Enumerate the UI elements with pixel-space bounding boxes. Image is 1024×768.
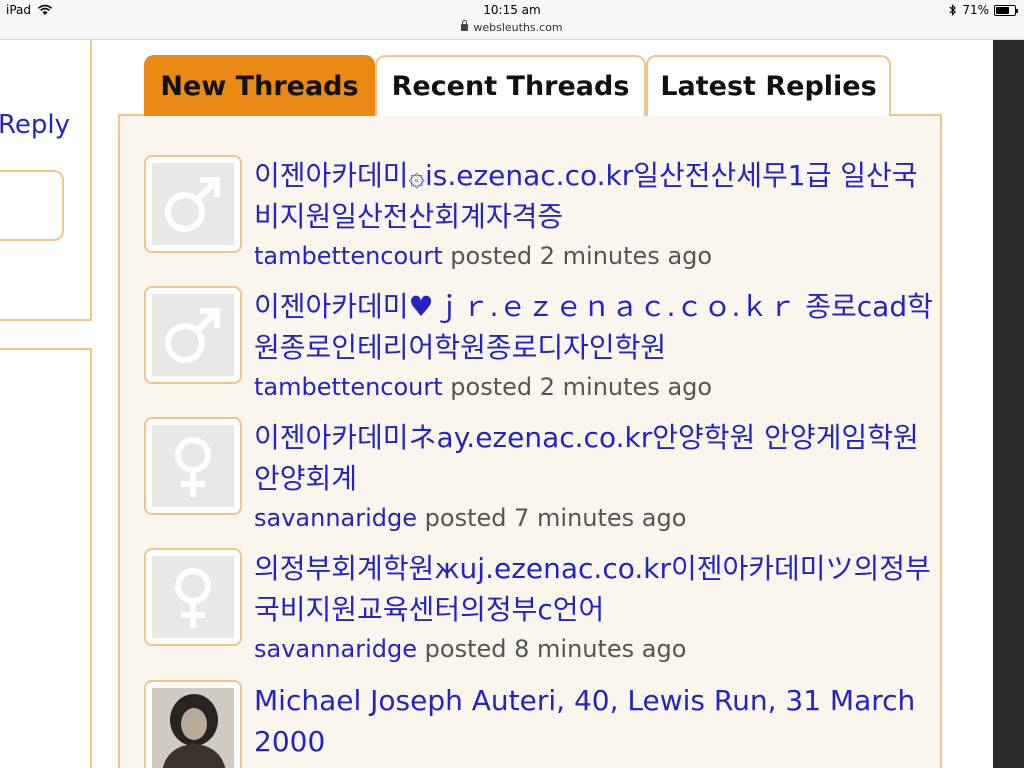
sidebar-button[interactable] (0, 170, 64, 241)
tab-new-threads[interactable]: New Threads (144, 55, 375, 116)
thread-title[interactable]: 이젠아카데미۞is.ezenac.co.kr일산전산세무1급 일산국비지원일산전… (254, 155, 934, 237)
male-icon (165, 308, 220, 363)
url-text: websleuths.com (473, 21, 563, 34)
avatar[interactable] (144, 548, 242, 646)
thread-meta: savannaridge posted 7 minutes ago (254, 503, 686, 533)
thread-time: posted 8 minutes ago (417, 635, 687, 663)
status-time: 10:15 am (483, 3, 541, 17)
avatar[interactable] (144, 155, 242, 253)
status-bar: iPad 10:15 am websleuths.com 71% (0, 0, 1024, 40)
thread-title[interactable]: 의정부회계학원жuj.ezenac.co.kr이젠아카데미ツ의정부국비지원교육센… (254, 548, 934, 630)
thread-author[interactable]: tambettencourt (254, 373, 443, 401)
thread-author[interactable]: savannaridge (254, 504, 417, 532)
battery-percent: 71% (962, 3, 989, 17)
address-bar[interactable]: websleuths.com (0, 20, 1024, 34)
sidebar-panel-lower (0, 348, 92, 768)
thread-title[interactable]: Michael Joseph Auteri, 40, Lewis Run, 31… (254, 680, 934, 762)
thread-meta: tambettencourt posted 2 minutes ago (254, 372, 712, 402)
battery-icon (994, 4, 1018, 16)
thread-title[interactable]: 이젠아카데미ネay.ezenac.co.kr안양학원 안양게임학원안양회계 (254, 417, 934, 499)
bluetooth-icon (949, 4, 957, 16)
thread-tabs: New Threads Recent Threads Latest Replie… (144, 55, 891, 116)
avatar[interactable] (144, 417, 242, 515)
thread-meta: tambettencourt posted 2 minutes ago (254, 241, 712, 271)
female-icon (175, 568, 211, 628)
portrait-image (152, 688, 234, 768)
thread-author[interactable]: savannaridge (254, 635, 417, 663)
reply-link[interactable]: Reply (0, 110, 70, 140)
user-photo (152, 688, 234, 768)
avatar[interactable] (144, 680, 242, 768)
tab-latest-replies[interactable]: Latest Replies (646, 55, 891, 116)
male-icon (165, 177, 220, 232)
tab-recent-threads[interactable]: Recent Threads (375, 55, 646, 116)
page-edge (993, 40, 1024, 768)
status-right: 71% (949, 3, 1018, 17)
thread-meta: savannaridge posted 8 minutes ago (254, 634, 686, 664)
thread-author[interactable]: tambettencourt (254, 242, 443, 270)
thread-title[interactable]: 이젠아카데미♥ｊｒ.ｅｚｅｎａｃ.ｃｏ.ｋｒ 종로cad학원종로인테리어학원종로… (254, 286, 934, 368)
battery-level (996, 6, 1009, 14)
thread-time: posted 2 minutes ago (442, 242, 713, 270)
avatar[interactable] (144, 286, 242, 384)
thread-time: posted 2 minutes ago (442, 373, 713, 401)
female-icon (175, 437, 211, 497)
thread-time: posted 7 minutes ago (417, 504, 687, 532)
lock-icon (461, 20, 469, 31)
